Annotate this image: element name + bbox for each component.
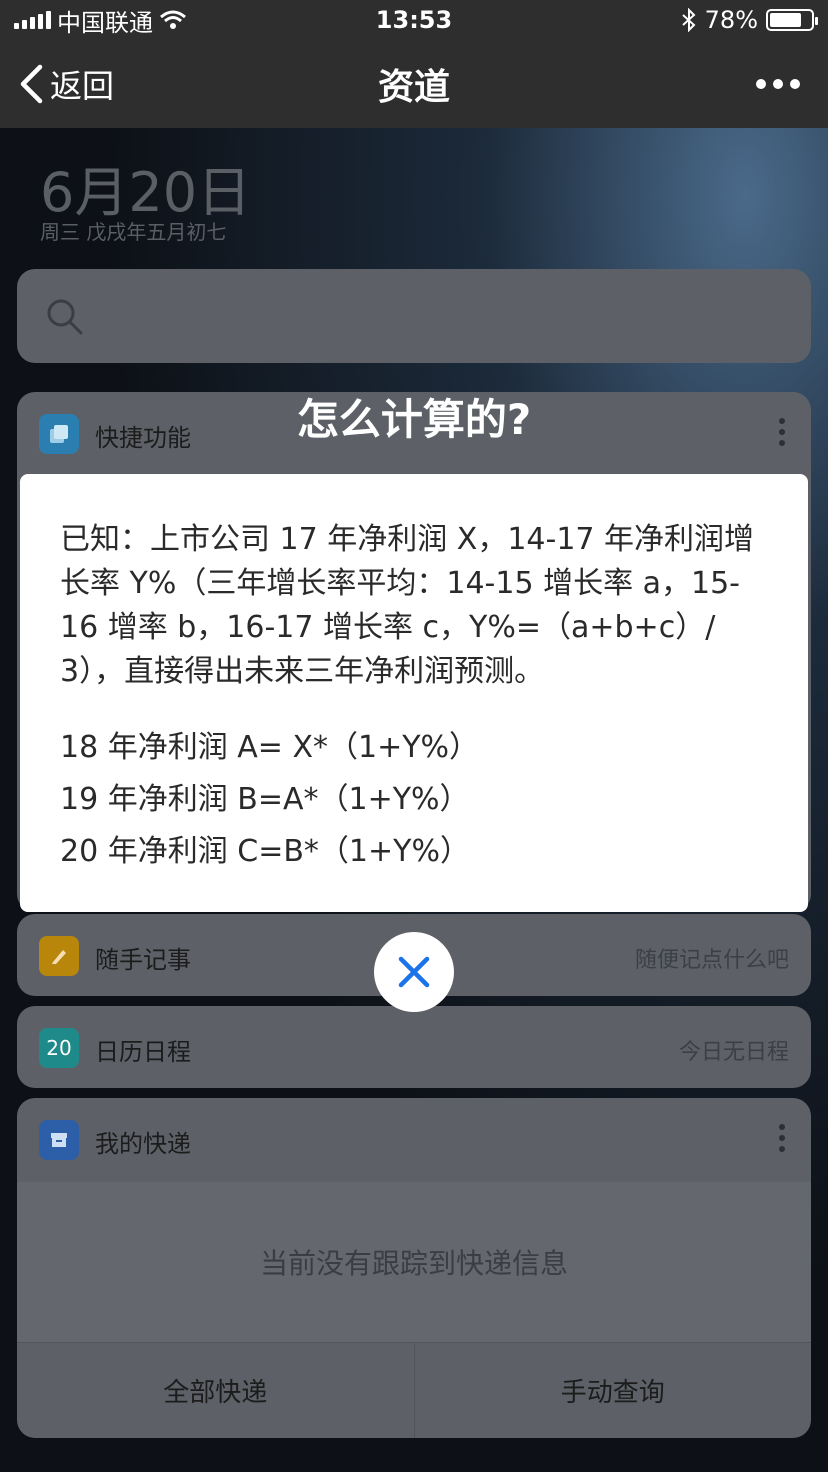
formula-line: 19 年净利润 B=A*（1+Y%）	[60, 782, 470, 817]
back-button[interactable]: 返回	[18, 61, 114, 107]
express-empty-text: 当前没有跟踪到快递信息	[17, 1182, 811, 1342]
bluetooth-icon	[681, 8, 696, 32]
calendar-hint: 今日无日程	[678, 1040, 789, 1065]
calendar-card[interactable]: 20 日历日程 今日无日程	[17, 1006, 811, 1088]
page-title: 资道	[377, 67, 450, 108]
more-dot-icon	[756, 79, 766, 89]
dialog-paragraph: 已知：上市公司 17 年净利润 X，14-17 年净利润增长率 Y%（三年增长率…	[60, 522, 755, 689]
close-icon	[398, 956, 430, 988]
manual-query-button[interactable]: 手动查询	[413, 1343, 812, 1438]
battery-icon	[766, 9, 818, 31]
calendar-title: 日历日程	[95, 1038, 191, 1066]
formula-line: 18 年净利润 A= X*（1+Y%）	[60, 730, 480, 765]
all-express-button[interactable]: 全部快递	[17, 1343, 414, 1438]
search-icon	[47, 299, 83, 335]
pencil-icon	[39, 936, 79, 976]
wifi-icon	[160, 10, 186, 29]
status-bar: 中国联通 13:53 78%	[0, 0, 828, 40]
notes-hint: 随便记点什么吧	[634, 948, 789, 973]
nav-bar: 返回 资道	[0, 40, 828, 128]
express-card: 我的快递 当前没有跟踪到快递信息 全部快递 手动查询	[17, 1098, 811, 1438]
more-dot-icon	[773, 79, 783, 89]
more-dot-icon	[790, 79, 800, 89]
search-input[interactable]	[17, 269, 811, 363]
close-button[interactable]	[374, 932, 454, 1012]
lunar-date: 周三 戊戌年五月初七	[40, 220, 227, 244]
package-icon	[39, 1120, 79, 1160]
back-label: 返回	[50, 67, 115, 105]
express-title: 我的快递	[95, 1130, 191, 1158]
explanation-dialog: 已知：上市公司 17 年净利润 X，14-17 年净利润增长率 Y%（三年增长率…	[20, 474, 808, 912]
dialog-title: 怎么计算的?	[296, 395, 532, 444]
carrier-label: 中国联通	[57, 8, 153, 37]
status-time: 13:53	[375, 6, 453, 34]
signal-icon	[14, 11, 51, 29]
battery-percent: 78%	[704, 6, 758, 34]
chevron-left-icon	[20, 64, 43, 104]
kebab-menu-icon[interactable]	[779, 1124, 785, 1152]
calendar-icon: 20	[39, 1028, 79, 1068]
formula-line: 20 年净利润 C=B*（1+Y%）	[60, 834, 470, 869]
more-button[interactable]	[756, 79, 800, 89]
notes-title: 随手记事	[95, 946, 191, 974]
battery-fill	[770, 13, 802, 27]
